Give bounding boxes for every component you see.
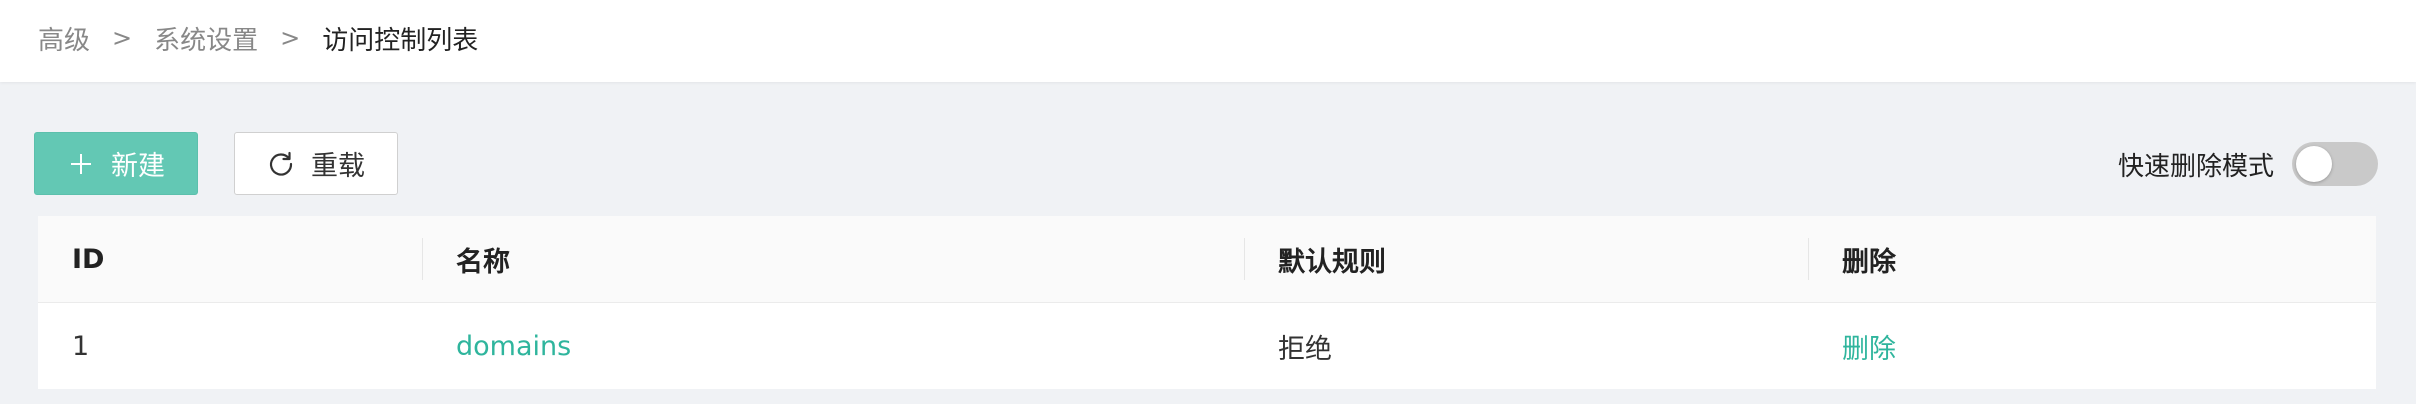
breadcrumb-item-system-settings[interactable]: 系统设置 bbox=[154, 20, 258, 57]
reload-button[interactable]: 重载 bbox=[234, 132, 398, 195]
cell-name-link: domains bbox=[422, 303, 1244, 389]
delete-link[interactable]: 删除 bbox=[1842, 327, 1896, 366]
column-header-name: 名称 bbox=[422, 216, 1244, 302]
breadcrumb-separator: > bbox=[280, 24, 301, 52]
breadcrumb: 高级 > 系统设置 > 访问控制列表 bbox=[38, 18, 478, 58]
new-button-label: 新建 bbox=[111, 151, 165, 182]
plus-icon bbox=[67, 150, 95, 178]
column-header-default-rule: 默认规则 bbox=[1244, 216, 1808, 302]
breadcrumb-separator: > bbox=[112, 24, 133, 52]
breadcrumb-item-advanced[interactable]: 高级 bbox=[38, 20, 90, 57]
reload-button-label: 重载 bbox=[311, 151, 365, 182]
quick-delete-toggle[interactable] bbox=[2292, 142, 2378, 186]
column-header-delete: 删除 bbox=[1808, 216, 2376, 302]
acl-table: ID 名称 默认规则 删除 1 domains 拒绝 删除 bbox=[38, 216, 2376, 389]
toggle-knob bbox=[2296, 146, 2332, 182]
breadcrumb-item-acl: 访问控制列表 bbox=[322, 25, 479, 56]
quick-delete-control: 快速删除模式 bbox=[2118, 140, 2378, 188]
new-button[interactable]: 新建 bbox=[34, 132, 198, 195]
cell-default-rule: 拒绝 bbox=[1278, 333, 1332, 365]
cell-delete: 删除 bbox=[1808, 303, 2376, 389]
reload-icon bbox=[267, 150, 295, 178]
column-header-id: ID bbox=[72, 243, 105, 275]
table-row: 1 domains 拒绝 删除 bbox=[38, 303, 2376, 389]
acl-name-link[interactable]: domains bbox=[456, 331, 571, 362]
cell-id: 1 bbox=[72, 330, 90, 362]
page-header: 高级 > 系统设置 > 访问控制列表 bbox=[0, 0, 2416, 82]
quick-delete-label: 快速删除模式 bbox=[2117, 151, 2274, 182]
table-header-row: ID 名称 默认规则 删除 bbox=[38, 216, 2376, 303]
